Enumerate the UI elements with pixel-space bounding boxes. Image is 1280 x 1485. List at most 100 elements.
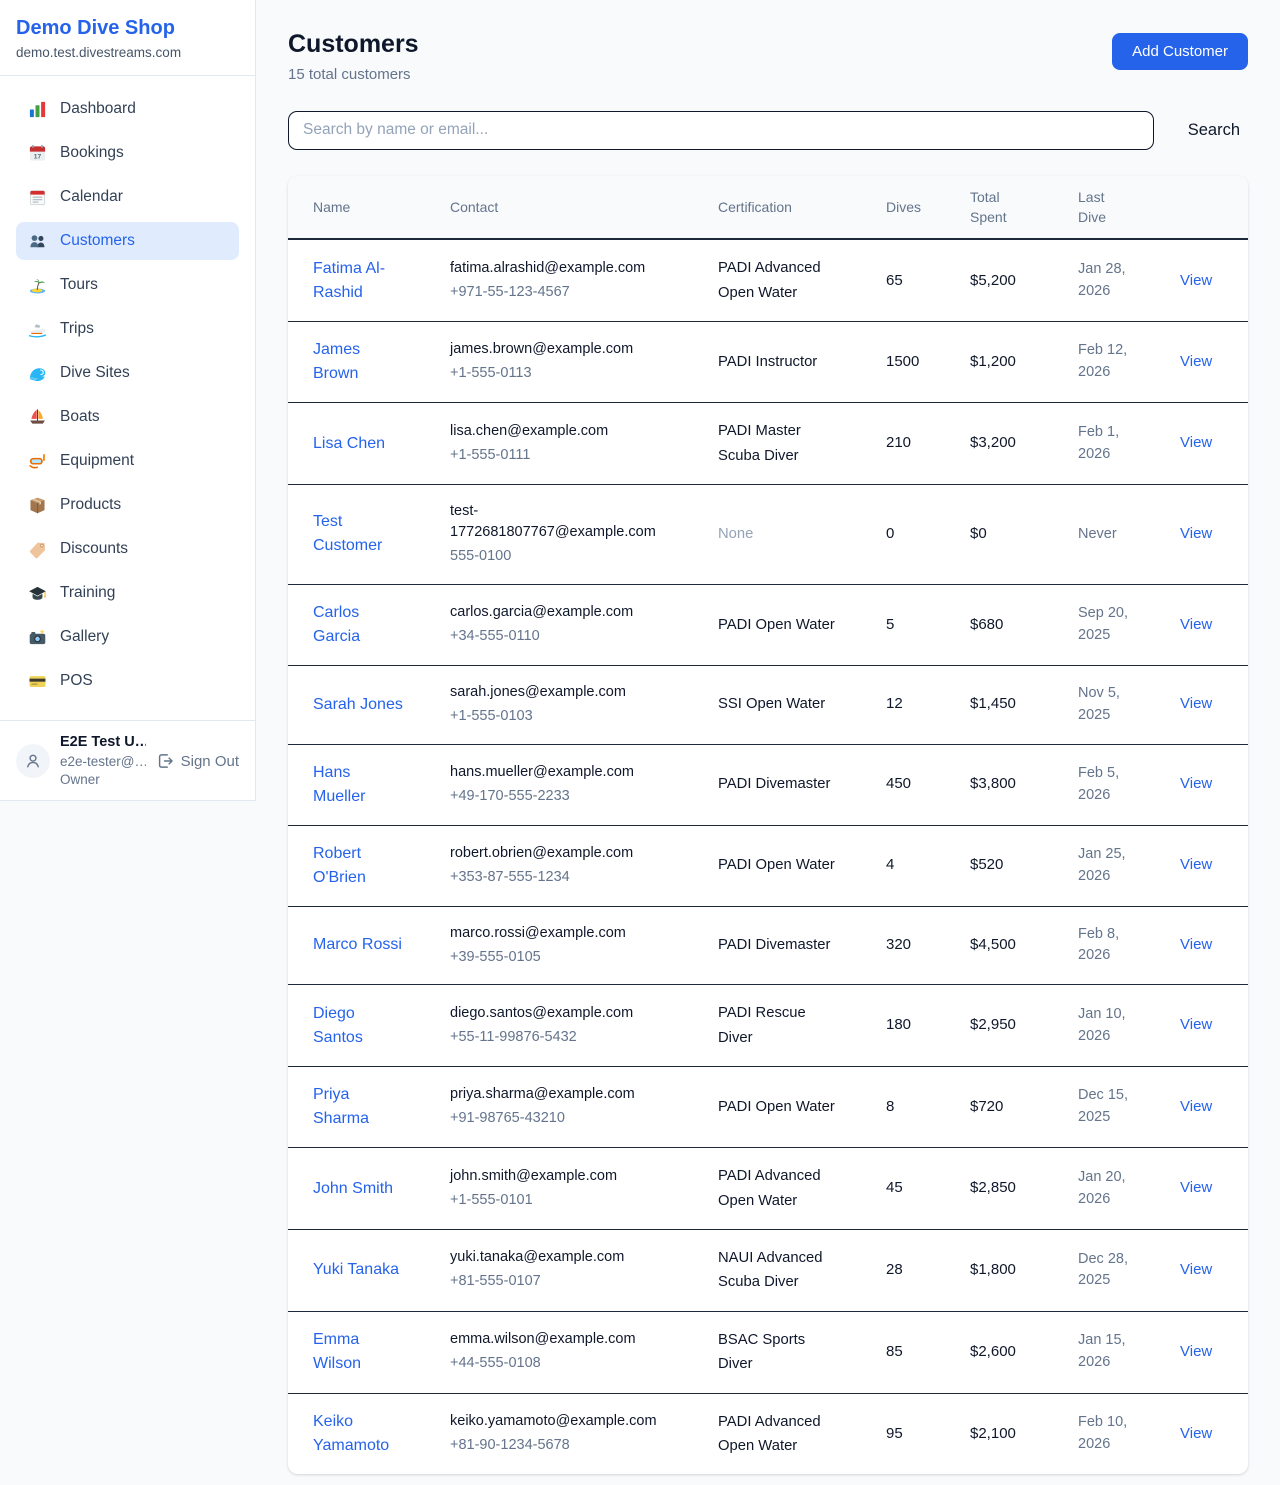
- table-row: Test Customer test-1772681807767@example…: [288, 484, 1248, 584]
- customer-dives: 4: [886, 856, 894, 873]
- col-header-certification: Certification: [706, 176, 874, 240]
- view-link[interactable]: View: [1180, 525, 1212, 542]
- view-link[interactable]: View: [1180, 1343, 1212, 1360]
- customer-total-spent: $1,800: [970, 1261, 1016, 1278]
- customer-email: sarah.jones@example.com: [450, 682, 680, 703]
- view-link[interactable]: View: [1180, 936, 1212, 953]
- customers-table-card: NameContactCertificationDivesTotal Spent…: [288, 176, 1248, 1475]
- sidebar-item-pos[interactable]: POS: [16, 662, 239, 700]
- brand-block: Demo Dive Shop demo.test.divestreams.com: [0, 0, 255, 76]
- sidebar: Demo Dive Shop demo.test.divestreams.com…: [0, 0, 256, 801]
- sidebar-item-label: Customers: [60, 232, 135, 250]
- sidebar-item-bookings[interactable]: 17 Bookings: [16, 134, 239, 172]
- sidebar-item-label: Equipment: [60, 452, 134, 470]
- sidebar-item-products[interactable]: Products: [16, 486, 239, 524]
- view-link[interactable]: View: [1180, 1261, 1212, 1278]
- add-customer-button[interactable]: Add Customer: [1112, 33, 1248, 70]
- table-row: Hans Mueller hans.mueller@example.com +4…: [288, 744, 1248, 825]
- customer-name-link[interactable]: Diego Santos: [313, 1002, 405, 1050]
- sidebar-item-dive-sites[interactable]: Dive Sites: [16, 354, 239, 392]
- table-header-row: NameContactCertificationDivesTotal Spent…: [288, 176, 1248, 240]
- customer-name-link[interactable]: Robert O'Brien: [313, 842, 405, 890]
- customer-total-spent: $2,950: [970, 1016, 1016, 1033]
- customer-email: yuki.tanaka@example.com: [450, 1247, 680, 1268]
- customer-last-dive: Feb 1, 2026: [1078, 422, 1148, 466]
- shop-name[interactable]: Demo Dive Shop: [16, 17, 239, 40]
- view-link[interactable]: View: [1180, 353, 1212, 370]
- customer-dives: 210: [886, 434, 911, 451]
- sign-out-button[interactable]: Sign Out: [156, 752, 239, 770]
- col-header-contact: Contact: [438, 176, 706, 240]
- customer-phone: +49-170-555-2233: [450, 786, 694, 808]
- view-link[interactable]: View: [1180, 695, 1212, 712]
- search-input[interactable]: [288, 111, 1154, 150]
- customer-total-spent: $2,850: [970, 1179, 1016, 1196]
- sidebar-item-label: Products: [60, 496, 121, 514]
- customer-total-spent: $4,500: [970, 936, 1016, 953]
- sidebar-item-training[interactable]: Training: [16, 574, 239, 612]
- customer-certification: PADI Master Scuba Diver: [718, 419, 836, 468]
- customer-certification: PADI Open Water: [718, 1095, 835, 1119]
- view-link[interactable]: View: [1180, 434, 1212, 451]
- customer-name-link[interactable]: Test Customer: [313, 510, 405, 558]
- sidebar-item-label: Training: [60, 584, 115, 602]
- table-row: Yuki Tanaka yuki.tanaka@example.com +81-…: [288, 1229, 1248, 1311]
- view-link[interactable]: View: [1180, 272, 1212, 289]
- customer-name-link[interactable]: John Smith: [313, 1177, 393, 1201]
- view-link[interactable]: View: [1180, 775, 1212, 792]
- customer-name-link[interactable]: Sarah Jones: [313, 693, 403, 717]
- customer-email: diego.santos@example.com: [450, 1003, 680, 1024]
- customer-dives: 180: [886, 1016, 911, 1033]
- user-email: e2e-tester@…: [60, 753, 146, 771]
- view-link[interactable]: View: [1180, 856, 1212, 873]
- customer-last-dive: Never: [1078, 524, 1117, 546]
- dashboard-icon: [28, 100, 47, 119]
- sidebar-item-label: Dashboard: [60, 100, 136, 118]
- svg-text:17: 17: [34, 153, 42, 160]
- customer-phone: +353-87-555-1234: [450, 867, 694, 889]
- sidebar-item-dashboard[interactable]: Dashboard: [16, 90, 239, 128]
- customer-last-dive: Jan 25, 2026: [1078, 844, 1148, 888]
- sidebar-item-customers[interactable]: Customers: [16, 222, 239, 260]
- customer-name-link[interactable]: Yuki Tanaka: [313, 1258, 399, 1282]
- customer-name-link[interactable]: Keiko Yamamoto: [313, 1410, 405, 1458]
- table-row: Carlos Garcia carlos.garcia@example.com …: [288, 584, 1248, 665]
- view-link[interactable]: View: [1180, 1098, 1212, 1115]
- customer-name-link[interactable]: Priya Sharma: [313, 1083, 405, 1131]
- col-header-name: Name: [288, 176, 438, 240]
- sidebar-item-calendar[interactable]: Calendar: [16, 178, 239, 216]
- customer-total-spent: $1,450: [970, 695, 1016, 712]
- customer-phone: 555-0100: [450, 546, 694, 568]
- customer-name-link[interactable]: Fatima Al-Rashid: [313, 257, 405, 305]
- sidebar-item-boats[interactable]: Boats: [16, 398, 239, 436]
- sidebar-item-label: Discounts: [60, 540, 128, 558]
- sidebar-item-trips[interactable]: Trips: [16, 310, 239, 348]
- equipment-icon: [28, 452, 47, 471]
- sidebar-item-tours[interactable]: Tours: [16, 266, 239, 304]
- table-row: James Brown james.brown@example.com +1-5…: [288, 322, 1248, 403]
- customer-name-link[interactable]: Lisa Chen: [313, 432, 385, 456]
- view-link[interactable]: View: [1180, 616, 1212, 633]
- customer-name-link[interactable]: Marco Rossi: [313, 933, 402, 957]
- page-title: Customers: [288, 30, 419, 59]
- customer-name-link[interactable]: Carlos Garcia: [313, 601, 405, 649]
- sidebar-item-label: Boats: [60, 408, 100, 426]
- discounts-icon: [28, 540, 47, 559]
- customer-name-link[interactable]: Emma Wilson: [313, 1328, 405, 1376]
- table-row: Emma Wilson emma.wilson@example.com +44-…: [288, 1311, 1248, 1393]
- sidebar-item-equipment[interactable]: Equipment: [16, 442, 239, 480]
- sidebar-item-label: Gallery: [60, 628, 109, 646]
- view-link[interactable]: View: [1180, 1179, 1212, 1196]
- sidebar-item-gallery[interactable]: Gallery: [16, 618, 239, 656]
- sign-out-icon: [156, 752, 174, 770]
- customer-name-link[interactable]: Hans Mueller: [313, 761, 405, 809]
- customer-phone: +81-90-1234-5678: [450, 1435, 694, 1457]
- search-button[interactable]: Search: [1180, 121, 1248, 140]
- view-link[interactable]: View: [1180, 1425, 1212, 1442]
- table-row: Robert O'Brien robert.obrien@example.com…: [288, 825, 1248, 906]
- view-link[interactable]: View: [1180, 1016, 1212, 1033]
- customer-last-dive: Feb 8, 2026: [1078, 924, 1148, 968]
- customer-last-dive: Sep 20, 2025: [1078, 603, 1148, 647]
- sidebar-item-discounts[interactable]: Discounts: [16, 530, 239, 568]
- customer-name-link[interactable]: James Brown: [313, 338, 405, 386]
